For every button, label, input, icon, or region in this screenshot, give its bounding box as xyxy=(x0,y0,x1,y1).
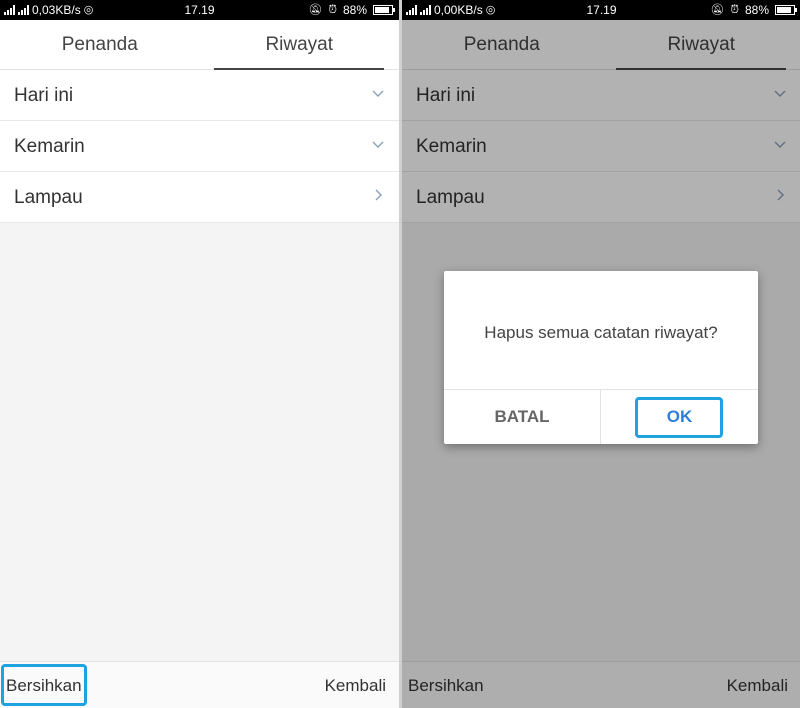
alarm-icon: ⏰︎ xyxy=(730,4,739,16)
cancel-button[interactable]: BATAL xyxy=(444,390,601,444)
ok-button[interactable]: OK xyxy=(601,390,758,444)
right-screen: 0,00KB/s ◎ 17.19 🔕︎ ⏰︎ 88% Penanda Riway… xyxy=(402,0,800,708)
history-group-label: Kemarin xyxy=(14,136,85,157)
highlight-box xyxy=(635,397,723,438)
battery-percent: 88% xyxy=(744,3,769,17)
clear-button[interactable]: Bersihkan xyxy=(6,662,82,708)
back-button[interactable]: Kembali xyxy=(325,662,386,708)
alarm-icon: ⏰︎ xyxy=(328,4,337,16)
battery-icon xyxy=(373,5,395,15)
tab-bar: Penanda Riwayat xyxy=(0,20,399,70)
history-group-yesterday[interactable]: Kemarin xyxy=(0,121,399,172)
battery-fill xyxy=(777,7,792,13)
status-right: 🔕︎ ⏰︎ 88% xyxy=(308,3,395,17)
dialog-actions: BATAL OK xyxy=(444,389,758,444)
history-group-today[interactable]: Hari ini xyxy=(0,70,399,121)
battery-fill xyxy=(375,7,390,13)
chevron-down-icon xyxy=(371,86,385,100)
battery-percent: 88% xyxy=(342,3,367,17)
status-bar: 0,03KB/s ◎ 17.19 🔕︎ ⏰︎ 88% xyxy=(0,0,399,20)
silent-icon: 🔕︎ xyxy=(710,4,725,16)
chevron-down-icon xyxy=(371,137,385,151)
silent-icon: 🔕︎ xyxy=(308,4,323,16)
dialog-message: Hapus semua catatan riwayat? xyxy=(484,323,718,342)
bottom-bar: Bersihkan Kembali xyxy=(0,661,399,708)
status-bar: 0,00KB/s ◎ 17.19 🔕︎ ⏰︎ 88% xyxy=(402,0,800,20)
status-right: 🔕︎ ⏰︎ 88% xyxy=(710,3,797,17)
confirm-dialog: Hapus semua catatan riwayat? BATAL OK xyxy=(444,271,758,444)
history-group-label: Hari ini xyxy=(14,85,74,106)
chevron-right-icon xyxy=(371,188,385,202)
history-list: Hari ini Kemarin Lampau xyxy=(0,70,399,223)
left-screen: 0,03KB/s ◎ 17.19 🔕︎ ⏰︎ 88% Penanda Riway… xyxy=(0,0,399,708)
history-group-past[interactable]: Lampau xyxy=(0,172,399,223)
battery-icon xyxy=(775,5,797,15)
tab-riwayat[interactable]: Riwayat xyxy=(200,20,400,70)
tab-penanda[interactable]: Penanda xyxy=(0,20,200,70)
history-group-label: Lampau xyxy=(14,187,83,208)
